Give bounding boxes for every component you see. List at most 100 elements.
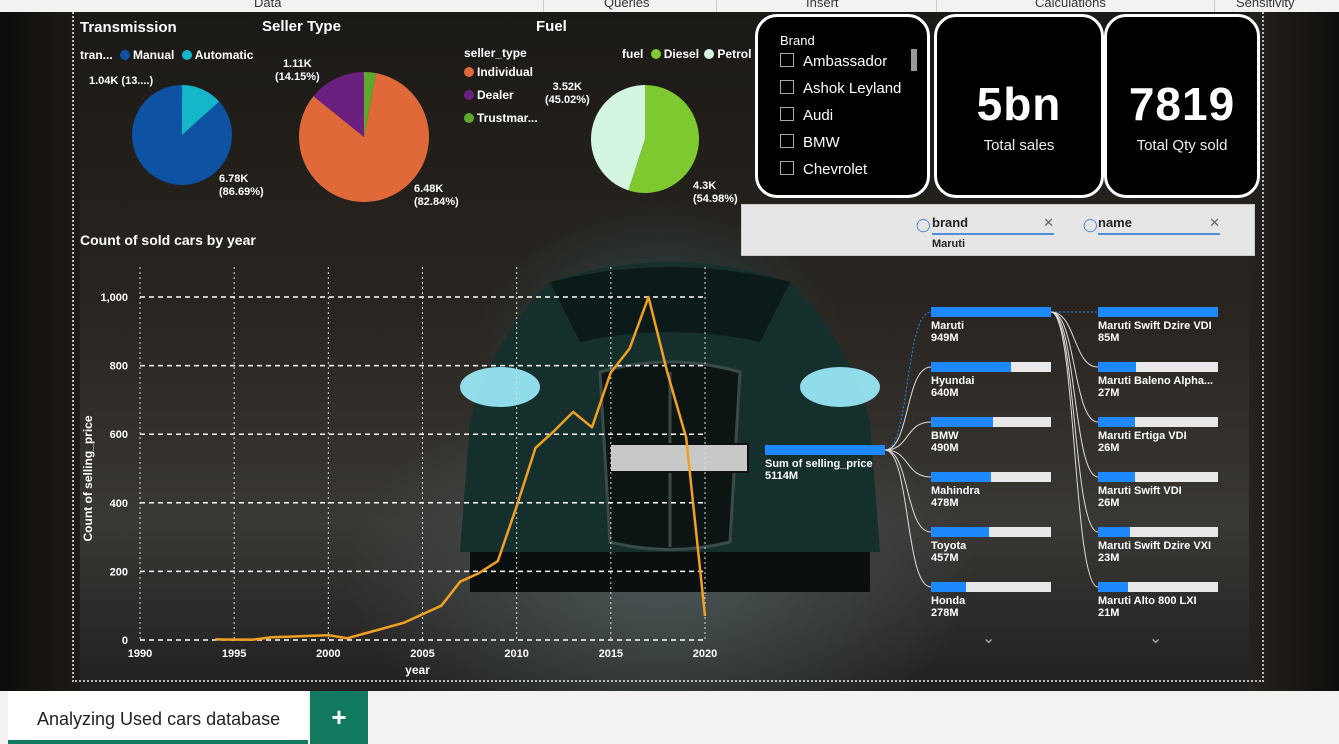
add-page-button[interactable]: + [310, 691, 368, 744]
node-name: Maruti Swift VDI [1098, 485, 1182, 497]
transmission-legend: tran... Manual Automatic [80, 48, 253, 62]
seller-label-dealer: 1.11K (14.15%) [275, 58, 320, 83]
legend-item-automatic[interactable]: Automatic [195, 48, 254, 62]
legend-item-individual[interactable]: Individual [477, 65, 533, 79]
legend-title: fuel [622, 47, 644, 61]
node-value: 640M [931, 387, 959, 399]
seller-type-pie-chart[interactable] [299, 72, 429, 202]
slicer-item-ashok-leyland[interactable]: Ashok Leyland [780, 80, 901, 97]
page-tab-active[interactable]: Analyzing Used cars database [8, 691, 308, 744]
page-tab-bar: Analyzing Used cars database + [0, 691, 1339, 744]
close-icon[interactable]: ✕ [1209, 215, 1220, 231]
legend-title: tran... [80, 48, 113, 62]
bar-fill [1098, 307, 1218, 317]
node-value: 26M [1098, 497, 1120, 509]
transmission-pie-chart[interactable] [132, 85, 232, 185]
node-name: Sum of selling_price [765, 458, 873, 470]
node-value: 278M [931, 607, 959, 619]
legend-item-diesel[interactable]: Diesel [664, 47, 699, 61]
node-value: 478M [931, 497, 959, 509]
ribbon-tab-insert[interactable]: Insert [806, 0, 839, 10]
line-chart-title: Count of sold cars by year [80, 232, 256, 248]
fuel-label-diesel: 4.3K (54.98%) [693, 180, 738, 205]
legend-swatch-manual [120, 50, 131, 60]
legend-item-manual[interactable]: Manual [133, 48, 174, 62]
filter-brand[interactable]: brand ✕ [932, 215, 1054, 235]
checkbox[interactable] [780, 53, 794, 67]
node-value: 490M [931, 442, 959, 454]
x-tick-label: 2005 [410, 648, 434, 660]
legend-item-trustmark[interactable]: Trustmar... [477, 111, 538, 125]
y-tick-label: 800 [110, 361, 128, 373]
y-axis-label: Count of selling_price [81, 415, 95, 541]
checkbox[interactable] [780, 161, 794, 175]
node-value: 27M [1098, 387, 1120, 399]
lightbulb-icon: ◯ [1083, 217, 1098, 232]
legend-item-dealer[interactable]: Dealer [477, 88, 514, 102]
node-name: Hyundai [931, 375, 975, 387]
bar-fill [931, 582, 966, 592]
node-value: 457M [931, 552, 959, 564]
node-label: Hyundai 640M [931, 375, 974, 399]
total-qty-caption: Total Qty sold [1136, 137, 1228, 154]
node-label: Maruti Swift Dzire VXI 23M [1098, 540, 1211, 564]
ribbon-tab-calculations[interactable]: Calculations [1035, 0, 1106, 10]
node-value: 85M [1098, 332, 1120, 344]
x-tick-label: 2020 [693, 648, 717, 660]
legend-swatch-automatic [181, 50, 192, 60]
chevron-down-icon[interactable]: ⌄ [1149, 628, 1162, 648]
total-sales-value: 5bn [976, 78, 1062, 130]
node-label: Maruti Swift VDI 26M [1098, 485, 1182, 509]
node-label: Toyota 457M [931, 540, 966, 564]
legend-swatch-dealer [464, 90, 474, 100]
fuel-pie-chart[interactable] [591, 85, 699, 193]
fuel-title: Fuel [536, 18, 567, 35]
slicer-item-audi[interactable]: Audi [780, 107, 833, 124]
node-name: Maruti Swift Dzire VDI [1098, 320, 1212, 332]
y-tick-label: 0 [122, 635, 128, 647]
node-value: 5114M [765, 470, 799, 482]
x-tick-label: 2015 [599, 648, 623, 660]
slicer-item-ambassador[interactable]: Ambassador [780, 53, 887, 70]
x-axis-label: year [405, 663, 430, 677]
checkbox[interactable] [780, 80, 794, 94]
chevron-down-icon[interactable]: ⌄ [982, 628, 995, 648]
node-value: 26M [1098, 442, 1120, 454]
kpi-card-total-qty: 7819 Total Qty sold [1104, 14, 1260, 198]
ribbon-separator [716, 0, 717, 12]
legend-swatch-trustmark [464, 113, 474, 123]
close-icon[interactable]: ✕ [1043, 215, 1054, 231]
fuel-label-petrol: 3.52K (45.02%) [545, 81, 590, 106]
node-label: Sum of selling_price 5114M [765, 458, 873, 482]
node-name: Maruti Ertiga VDI [1098, 430, 1187, 442]
node-name: Toyota [931, 540, 967, 552]
transmission-label-manual: 6.78K (86.69%) [219, 173, 264, 198]
slicer-item-chevrolet[interactable]: Chevrolet [780, 161, 867, 178]
bar-fill [1098, 582, 1128, 592]
bar-fill [931, 472, 991, 482]
checkbox[interactable] [780, 134, 794, 148]
line-chart[interactable]: 1990 1995 2000 2005 2010 2015 2020 0 200 400 600 80… [80, 257, 730, 677]
ribbon-tab-data[interactable]: Data [254, 0, 281, 10]
fuel-legend: fuel Diesel Petrol [622, 47, 751, 61]
x-tick-label: 1990 [128, 648, 152, 660]
legend-item-petrol[interactable]: Petrol [717, 47, 751, 61]
node-name: Honda [931, 595, 966, 607]
bar-fill [931, 307, 1051, 317]
kpi-card-total-sales: 5bn Total sales [934, 14, 1104, 198]
ribbon-tab-sensitivity[interactable]: Sensitivity [1236, 0, 1295, 10]
total-sales-caption: Total sales [983, 137, 1055, 154]
ribbon-separator [936, 0, 937, 12]
x-tick-label: 1995 [222, 648, 246, 660]
brand-slicer: Brand Ambassador Ashok Leyland Audi BMW … [755, 14, 930, 198]
checkbox[interactable] [780, 107, 794, 121]
node-value: 23M [1098, 552, 1120, 564]
ribbon-tab-queries[interactable]: Queries [604, 0, 650, 10]
bar-fill [931, 527, 989, 537]
slicer-scrollbar[interactable] [911, 49, 917, 71]
slicer-item-bmw[interactable]: BMW [780, 134, 840, 151]
node-name: Maruti [931, 320, 964, 332]
bar-fill [931, 362, 1012, 372]
node-name: Mahindra [931, 485, 980, 497]
filter-name[interactable]: name ✕ [1098, 215, 1220, 235]
